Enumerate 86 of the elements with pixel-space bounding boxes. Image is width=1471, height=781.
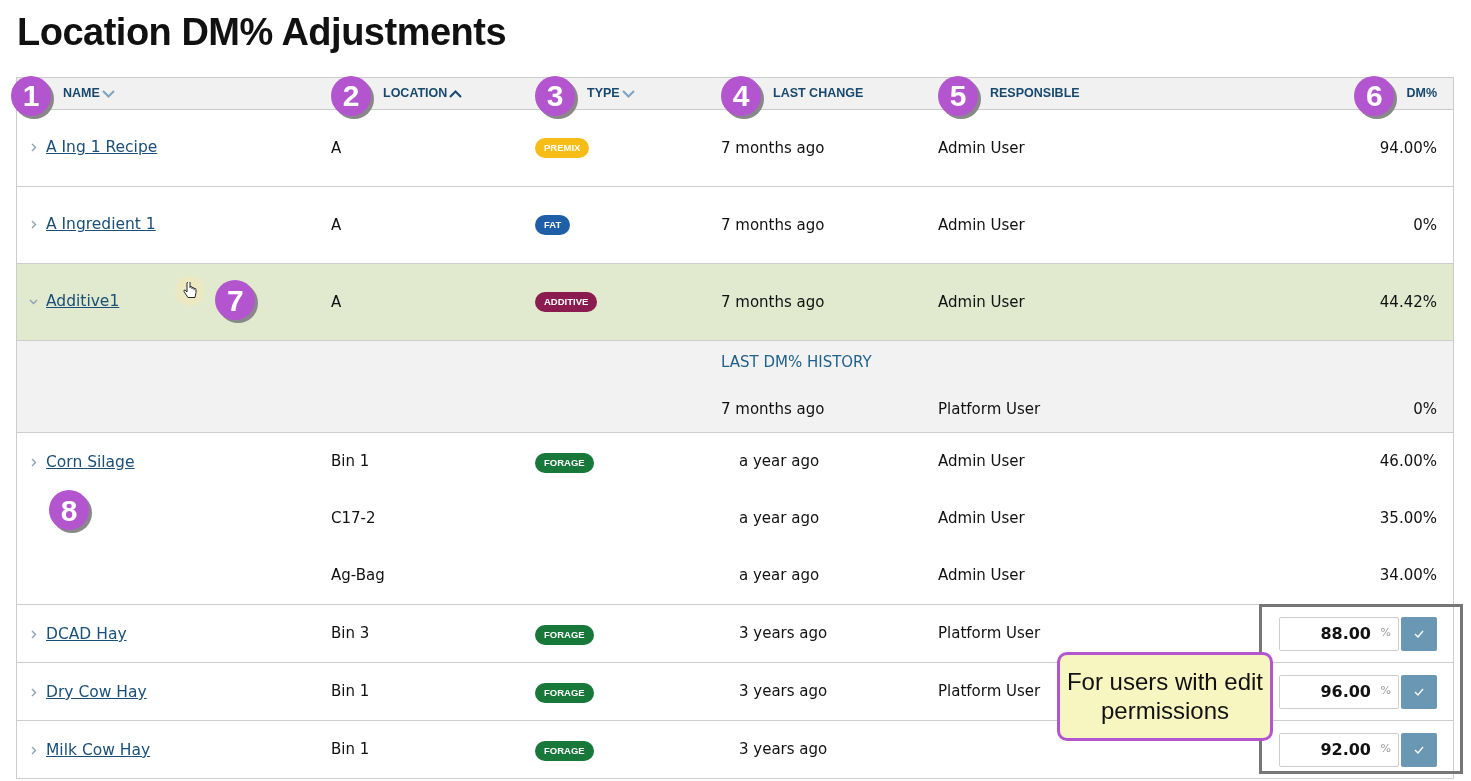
- responsible-text: Admin User: [938, 291, 1025, 313]
- responsible-text: Admin User: [938, 214, 1025, 236]
- percent-unit: %: [1380, 683, 1391, 698]
- location-text: Bin 1: [331, 739, 370, 761]
- item-name-link[interactable]: Milk Cow Hay: [46, 739, 151, 763]
- location-text: Bin 1: [331, 681, 370, 703]
- column-header: LAST CHANGE: [773, 85, 864, 103]
- type-tag: FORAGE: [535, 625, 594, 646]
- location-text: Bin 3: [331, 623, 370, 645]
- last-change-text: a year ago: [739, 565, 820, 587]
- callout-marker: 4: [721, 75, 761, 116]
- dm-value: 0%: [1413, 214, 1437, 236]
- page-title: Location DM% Adjustments: [16, 10, 508, 55]
- item-name-link[interactable]: DCAD Hay: [46, 623, 127, 647]
- confirm-button[interactable]: [1401, 674, 1437, 709]
- last-change-text: 7 months ago: [721, 399, 825, 418]
- responsible-text: Admin User: [938, 565, 1025, 587]
- dm-value: 0%: [1413, 399, 1437, 418]
- dm-value: 35.00%: [1379, 508, 1437, 530]
- expand-chevron-icon[interactable]: [29, 220, 38, 229]
- check-icon: [1414, 745, 1424, 754]
- percent-unit: %: [1380, 741, 1391, 756]
- location-text: A: [331, 137, 342, 159]
- responsible-text: Admin User: [938, 508, 1025, 530]
- type-tag: ADDITIVE: [535, 292, 598, 313]
- responsible-text: Admin User: [938, 451, 1025, 473]
- column-header[interactable]: LOCATION: [383, 84, 448, 103]
- callout-marker: 7: [215, 280, 256, 320]
- percent-unit: %: [1380, 625, 1391, 640]
- confirm-button[interactable]: [1401, 616, 1437, 651]
- column-header[interactable]: NAME: [63, 84, 100, 103]
- item-name-link[interactable]: A Ingredient 1: [46, 213, 156, 237]
- sort-up-icon[interactable]: [449, 89, 463, 98]
- last-change-text: 7 months ago: [721, 137, 825, 159]
- type-tag: PREMIX: [535, 138, 590, 159]
- dm-value: 34.00%: [1379, 565, 1437, 587]
- location-text: A: [331, 291, 342, 313]
- dm-value: 94.00%: [1379, 137, 1437, 159]
- callout-marker: 6: [1354, 75, 1395, 116]
- callout-marker: 2: [331, 75, 371, 116]
- expand-chevron-icon[interactable]: [29, 630, 38, 639]
- item-name-link[interactable]: A Ing 1 Recipe: [46, 136, 158, 160]
- responsible-text: Admin User: [938, 137, 1025, 159]
- callout-marker: 5: [938, 75, 978, 116]
- expand-chevron-icon[interactable]: [29, 746, 38, 755]
- column-header: DM%: [1406, 85, 1437, 103]
- callout-marker: 8: [49, 490, 89, 531]
- expand-chevron-icon[interactable]: [29, 458, 38, 467]
- location-text: A: [331, 214, 342, 236]
- pointer-cursor-icon: [175, 276, 206, 306]
- item-name-link[interactable]: Dry Cow Hay: [46, 681, 147, 705]
- responsible-text: Platform User: [938, 399, 1041, 418]
- type-tag: FORAGE: [535, 741, 594, 762]
- location-text: Ag-Bag: [331, 565, 385, 587]
- last-change-text: 7 months ago: [721, 291, 825, 313]
- collapse-chevron-icon[interactable]: [29, 297, 38, 306]
- dm-value: 44.42%: [1379, 291, 1437, 313]
- responsible-text: Platform User: [938, 681, 1041, 703]
- expand-chevron-icon[interactable]: [29, 143, 38, 152]
- last-change-text: a year ago: [739, 508, 820, 530]
- sort-down-icon[interactable]: [101, 89, 115, 98]
- dm-value: 46.00%: [1379, 451, 1437, 473]
- item-name-link[interactable]: Corn Silage: [46, 451, 135, 475]
- type-tag: FORAGE: [535, 453, 594, 474]
- item-name-link[interactable]: Additive1: [46, 290, 120, 314]
- last-change-text: a year ago: [739, 451, 820, 473]
- last-change-text: 3 years ago: [739, 623, 828, 645]
- callout-marker: 3: [535, 75, 575, 116]
- location-text: C17-2: [331, 508, 376, 530]
- expand-chevron-icon[interactable]: [29, 688, 38, 697]
- sort-down-icon[interactable]: [621, 89, 635, 98]
- column-header[interactable]: TYPE: [587, 84, 620, 103]
- last-change-text: 7 months ago: [721, 214, 825, 236]
- location-text: Bin 1: [331, 451, 370, 473]
- history-heading: LAST DM% HISTORY: [721, 352, 873, 373]
- responsible-text: Platform User: [938, 623, 1041, 645]
- check-icon: [1414, 629, 1424, 638]
- type-tag: FORAGE: [535, 683, 594, 704]
- type-tag: FAT: [535, 215, 571, 236]
- note-callout: For users with edit permissions: [1057, 652, 1273, 741]
- confirm-button[interactable]: [1401, 732, 1437, 767]
- column-header: RESPONSIBLE: [990, 85, 1080, 103]
- check-icon: [1414, 687, 1424, 696]
- last-change-text: 3 years ago: [739, 681, 828, 703]
- callout-marker: 1: [11, 75, 51, 116]
- last-change-text: 3 years ago: [739, 739, 828, 761]
